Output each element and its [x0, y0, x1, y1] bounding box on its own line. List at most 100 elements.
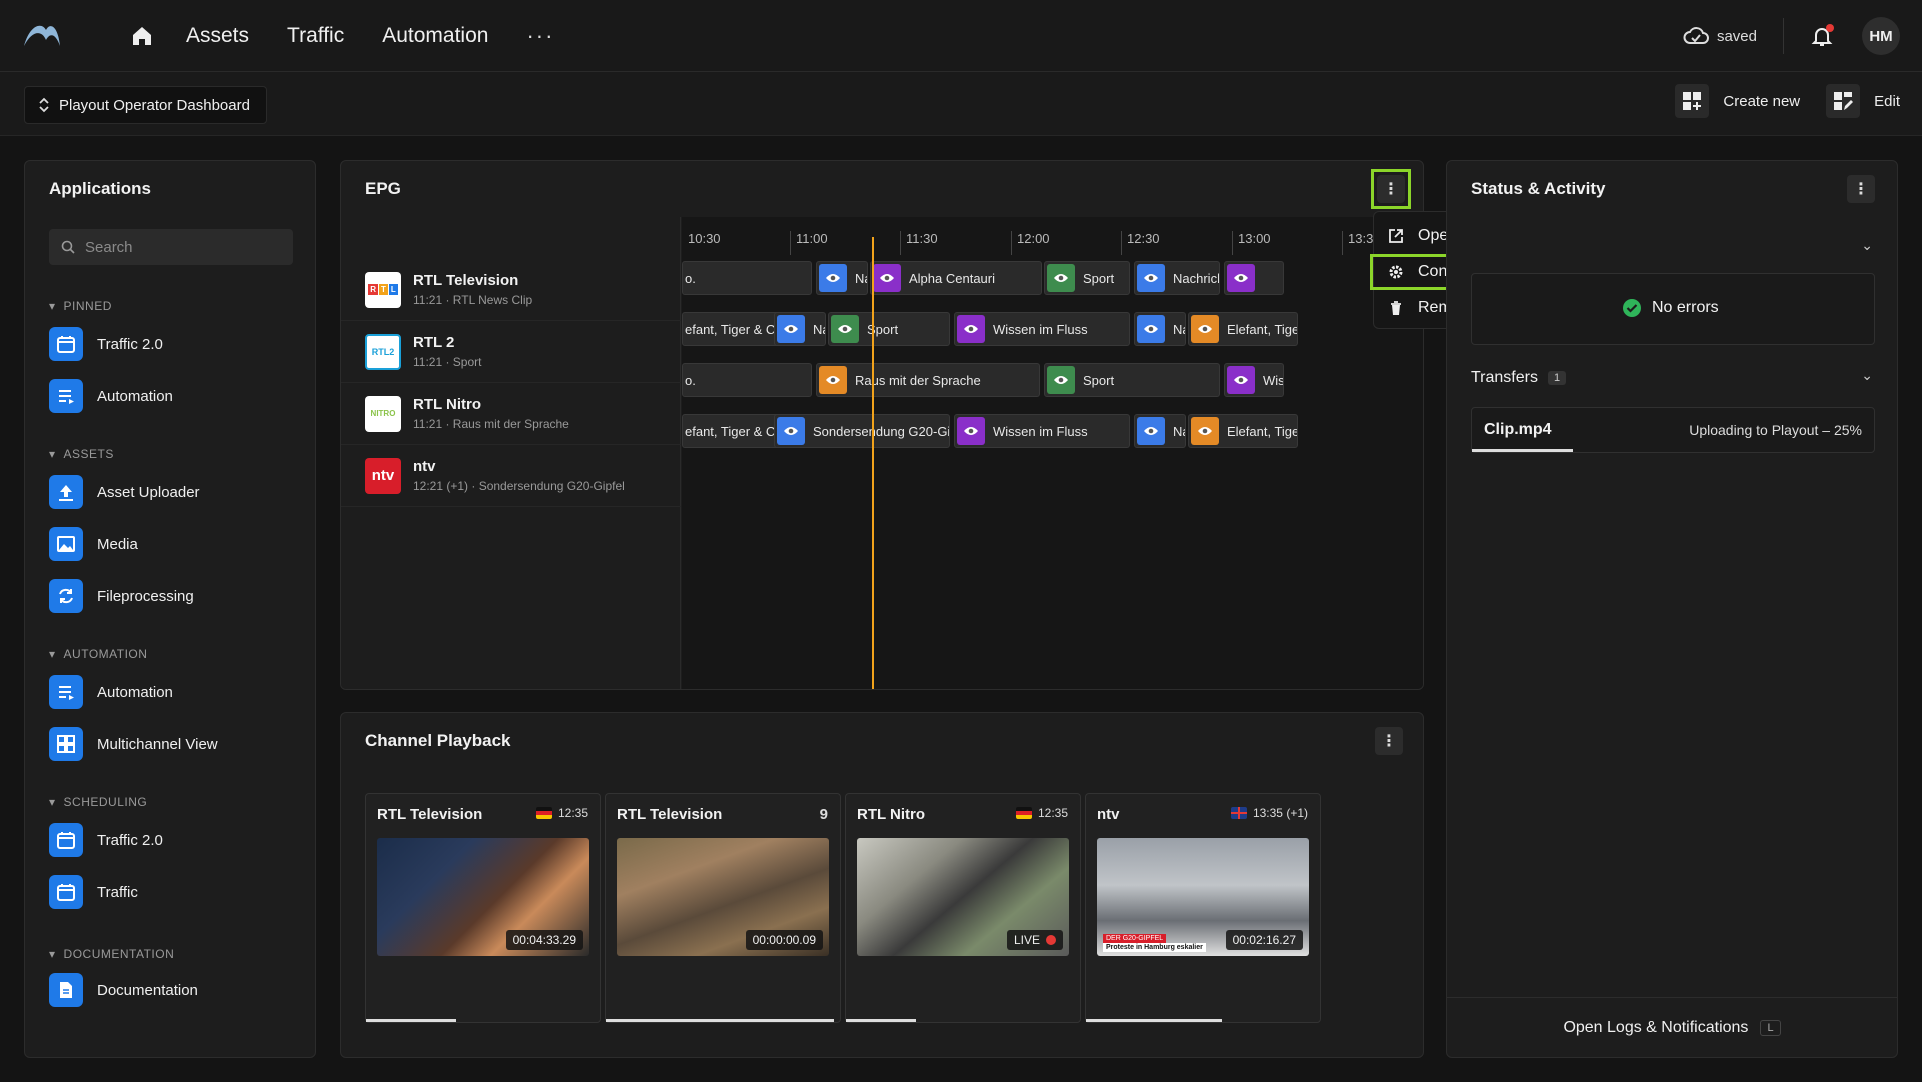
- playback-tile[interactable]: ntv 13:35 (+1) DER G20-GIPFEL Proteste i…: [1085, 793, 1321, 1023]
- sidebar-item-automation[interactable]: Automation: [49, 379, 173, 413]
- transfers-label: Transfers: [1471, 369, 1538, 386]
- epg-program-block[interactable]: Sport: [1044, 363, 1220, 397]
- home-icon[interactable]: [130, 24, 154, 48]
- section-automation[interactable]: ▾ AUTOMATION: [49, 647, 147, 661]
- epg-program-block[interactable]: Elefant, Tiger &: [1188, 312, 1298, 346]
- sidebar-item-media[interactable]: Media: [49, 527, 138, 561]
- playback-tile[interactable]: RTL Nitro 12:35 LIVE: [845, 793, 1081, 1023]
- trash-icon: [1391, 301, 1401, 315]
- chevron-down-icon[interactable]: ⌄: [1861, 237, 1873, 254]
- epg-channel-row[interactable]: RTL RTL Television 11:21 · RTL News Clip: [341, 259, 681, 321]
- program-title: o.: [685, 270, 696, 286]
- epg-program-block[interactable]: Nac: [774, 312, 826, 346]
- epg-program-block[interactable]: Wissen im Fluss: [954, 414, 1130, 448]
- video-thumbnail[interactable]: LIVE: [857, 838, 1069, 956]
- nav-traffic[interactable]: Traffic: [287, 24, 344, 48]
- epg-program-block[interactable]: Sondersendung G20-Gipfel: [774, 414, 950, 448]
- tick-line: [1232, 231, 1233, 255]
- section-pinned[interactable]: ▾ PINNED: [49, 299, 112, 313]
- epg-program-block[interactable]: Nachrichten: [1134, 261, 1220, 295]
- search-input[interactable]: Search: [49, 229, 293, 265]
- edit-dashboard-icon[interactable]: [1826, 84, 1861, 118]
- tile-time: 12:35: [535, 806, 588, 820]
- tile-channel-name: RTL Television: [617, 806, 723, 823]
- sidebar-item-traffic[interactable]: Traffic: [49, 875, 138, 909]
- sidebar-item-fileprocessing[interactable]: Fileprocessing: [49, 579, 194, 613]
- errors-card: No errors: [1471, 273, 1875, 345]
- live-label: LIVE: [1013, 933, 1040, 947]
- epg-program-block[interactable]: [1224, 261, 1284, 295]
- epg-program-block[interactable]: Wissen: [1224, 363, 1284, 397]
- time-tick: 13:3: [1348, 231, 1374, 246]
- epg-program-block[interactable]: Sport: [828, 312, 950, 346]
- epg-channel-row[interactable]: RTL2 RTL 2 11:21 · Sport: [341, 321, 681, 383]
- section-documentation[interactable]: ▾ DOCUMENTATION: [49, 947, 174, 961]
- caret-down-icon: ▾: [49, 795, 56, 809]
- section-scheduling[interactable]: ▾ SCHEDULING: [49, 795, 147, 809]
- sidebar-item-traffic-2-scheduling[interactable]: Traffic 2.0: [49, 823, 163, 857]
- program-title: Nac: [1173, 423, 1185, 439]
- sidebar-item-multichannel-view[interactable]: Multichannel View: [49, 727, 218, 761]
- create-new-icon[interactable]: [1675, 84, 1710, 118]
- open-logs-button[interactable]: Open Logs & Notifications L: [1447, 997, 1897, 1057]
- program-title: Sondersendung G20-Gipfel: [813, 423, 949, 439]
- status-kebab-icon[interactable]: ⋮: [1847, 175, 1875, 203]
- epg-program-block[interactable]: Nac: [1134, 312, 1186, 346]
- app-logo-icon[interactable]: [22, 20, 62, 50]
- epg-timeline[interactable]: 10:30 11:00 11:30 12:00 12:30 13:00 13:3…: [682, 217, 1423, 689]
- playback-tile[interactable]: RTL Television 9 00:00:00.09: [605, 793, 841, 1023]
- epg-channel-row[interactable]: ntv ntv 12:21 (+1) · Sondersendung G20-Gi…: [341, 445, 681, 507]
- rtl2-logo: RTL2: [365, 333, 401, 370]
- user-avatar[interactable]: HM: [1862, 17, 1900, 55]
- status-activity-panel: Status & Activity ⋮ ⌄ No errors Transfer…: [1446, 160, 1898, 1058]
- epg-program-block[interactable]: Wissen im Fluss: [954, 312, 1130, 346]
- sidebar-item-traffic-2[interactable]: Traffic 2.0: [49, 327, 163, 361]
- section-label: SCHEDULING: [63, 795, 148, 809]
- eye-icon: [873, 264, 901, 292]
- epg-kebab-icon[interactable]: ⋮: [1377, 175, 1405, 203]
- chevron-down-icon[interactable]: ⌄: [1861, 367, 1873, 384]
- sidebar-item-documentation[interactable]: Documentation: [49, 973, 198, 1007]
- playback-progress-bar: [366, 1019, 456, 1022]
- sidebar-item-asset-uploader[interactable]: Asset Uploader: [49, 475, 200, 509]
- eye-icon: [1137, 264, 1165, 292]
- calendar-icon: [49, 875, 83, 909]
- nav-automation[interactable]: Automation: [382, 24, 488, 48]
- epg-program-block[interactable]: Sport: [1044, 261, 1130, 295]
- timecode: 00:04:33.29: [505, 930, 583, 950]
- playback-kebab-icon[interactable]: ⋮: [1375, 727, 1403, 755]
- epg-program-block[interactable]: Alpha Centauri: [870, 261, 1042, 295]
- video-thumbnail[interactable]: 00:00:00.09: [617, 838, 829, 956]
- epg-channel-row[interactable]: NITRO RTL Nitro 11:21 · Raus mit der Spra…: [341, 383, 681, 445]
- epg-program-block[interactable]: o.: [682, 261, 812, 295]
- program-title: Nac: [1173, 321, 1185, 337]
- sidebar-item-automation-2[interactable]: Automation: [49, 675, 173, 709]
- edit-button[interactable]: Edit: [1874, 93, 1900, 110]
- epg-program-block[interactable]: o.: [682, 363, 812, 397]
- transfers-count-badge: 1: [1547, 371, 1567, 385]
- lower-third-title: DER G20-GIPFEL: [1103, 934, 1167, 943]
- epg-program-block[interactable]: Nac: [1134, 414, 1186, 448]
- epg-program-block[interactable]: Elefant, Tiger &: [1188, 414, 1298, 448]
- check-circle-icon: [1623, 299, 1641, 317]
- video-thumbnail[interactable]: DER G20-GIPFEL Proteste in Hamburg eskal…: [1097, 838, 1309, 956]
- section-assets[interactable]: ▾ ASSETS: [49, 447, 114, 461]
- eye-icon: [1191, 315, 1219, 343]
- create-new-button[interactable]: Create new: [1723, 93, 1800, 110]
- video-thumbnail[interactable]: 00:04:33.29: [377, 838, 589, 956]
- transfers-header[interactable]: Transfers 1: [1471, 369, 1567, 387]
- dashboard-selector[interactable]: Playout Operator Dashboard: [24, 86, 267, 124]
- notifications-bell-icon[interactable]: [1810, 24, 1834, 48]
- playback-tile[interactable]: RTL Television 12:35 00:04:33.29: [365, 793, 601, 1023]
- epg-program-block[interactable]: Raus mit der Sprache: [816, 363, 1040, 397]
- transfer-item[interactable]: Clip.mp4 Uploading to Playout – 25%: [1471, 407, 1875, 453]
- notification-dot: [1826, 24, 1834, 32]
- nav-assets[interactable]: Assets: [186, 24, 249, 48]
- eye-icon: [1227, 366, 1255, 394]
- program-title: Elefant, Tiger &: [1227, 423, 1297, 439]
- epg-program-block[interactable]: Nac: [816, 261, 868, 295]
- sidebar-item-label: Fileprocessing: [97, 587, 194, 605]
- german-flag-icon: [535, 807, 552, 819]
- nav-more-button[interactable]: ···: [526, 23, 554, 49]
- playlist-icon: [49, 675, 83, 709]
